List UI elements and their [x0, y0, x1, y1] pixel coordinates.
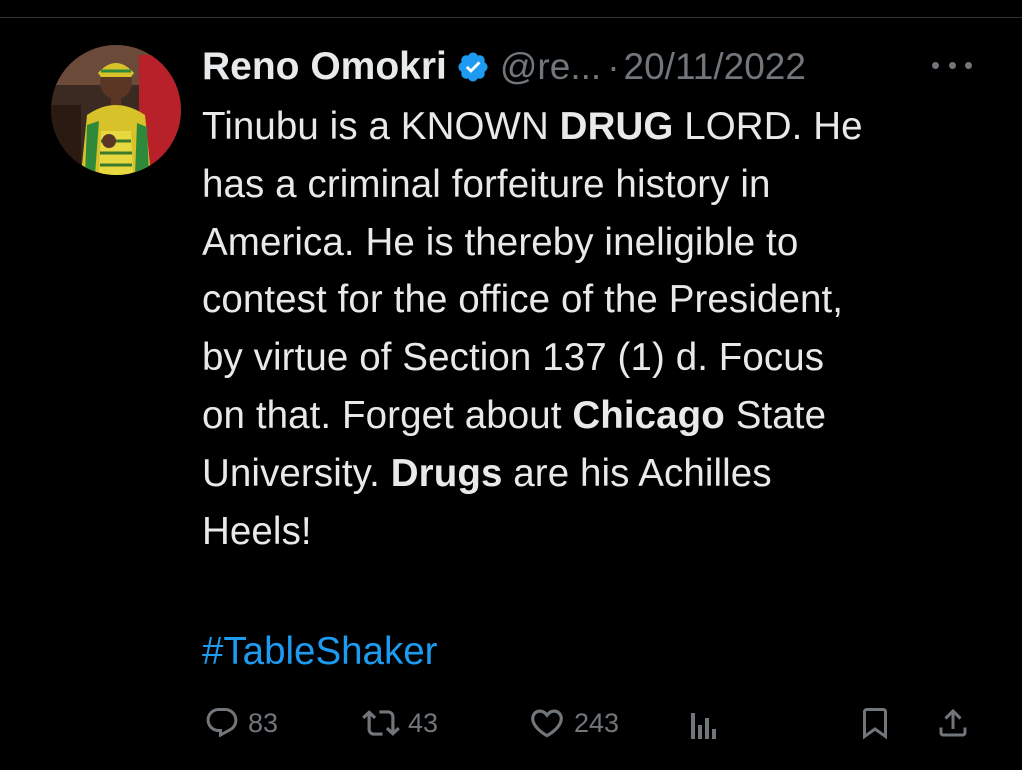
- heart-icon: [528, 704, 566, 742]
- tweet-text-segment: on that. Forget about: [202, 393, 573, 437]
- like-count: 243: [574, 707, 620, 738]
- tweet-text-bold: Chicago: [572, 393, 725, 437]
- tweet-text-segment: contest for the office of the President,: [202, 278, 844, 322]
- tweet-text-segment: State: [724, 393, 827, 437]
- avatar-image: [51, 45, 181, 175]
- tweet-text-segment: are his Achilles: [502, 451, 772, 495]
- tweet-header: Reno Omokri @re... · 20/11/2022: [202, 40, 806, 94]
- tweet-text-segment: by virtue of Section 137 (1) d. Focus: [202, 336, 825, 380]
- tweet-text-segment: has a criminal forfeiture history in: [202, 162, 771, 206]
- tweet-text-segment: America. He is thereby ineligible to: [202, 220, 799, 264]
- tweet-text-segment: University.: [202, 451, 391, 495]
- tweet-text-line: contest for the office of the President,: [202, 271, 1002, 329]
- tweet-text-bold: DRUG: [559, 105, 674, 148]
- tweet-text-line: Tinubu is a KNOWN DRUG LORD. He: [202, 98, 1002, 156]
- reply-icon: [204, 705, 240, 741]
- tweet-text-segment: Tinubu is a KNOWN: [202, 105, 560, 148]
- top-divider: [0, 17, 1022, 18]
- bookmark-button[interactable]: [857, 700, 893, 746]
- views-button[interactable]: [688, 700, 720, 746]
- tweet-text: Tinubu is a KNOWN DRUG LORD. He has a cri…: [202, 98, 1002, 560]
- tweet-text-bold: Drugs: [390, 451, 503, 495]
- more-icon[interactable]: [932, 58, 972, 72]
- share-button[interactable]: [935, 700, 971, 746]
- tweet-text-line: Heels!: [202, 503, 1002, 561]
- bookmark-icon: [857, 705, 893, 741]
- views-icon: [688, 705, 720, 741]
- reply-button[interactable]: 83: [204, 700, 278, 746]
- share-icon: [935, 705, 971, 741]
- verified-badge-icon: [456, 50, 490, 84]
- reply-count: 83: [248, 707, 279, 738]
- retweet-button[interactable]: 43: [362, 700, 438, 746]
- hashtag-link[interactable]: #TableShaker: [202, 623, 437, 680]
- tweet-text-line: has a criminal forfeiture history in: [202, 156, 1002, 214]
- separator-dot: ·: [607, 46, 620, 87]
- like-button[interactable]: 243: [528, 700, 619, 746]
- avatar[interactable]: [51, 45, 181, 175]
- tweet-text-line: University. Drugs are his Achilles: [202, 445, 1002, 503]
- tweet-text-line: on that. Forget about Chicago State: [202, 387, 1002, 445]
- tweet-text-line: America. He is thereby ineligible to: [202, 214, 1002, 272]
- display-name[interactable]: Reno Omokri: [202, 45, 447, 89]
- tweet-text-line: by virtue of Section 137 (1) d. Focus: [202, 329, 1002, 387]
- tweet-timestamp[interactable]: 20/11/2022: [624, 46, 806, 88]
- user-handle[interactable]: @re...: [500, 46, 601, 88]
- tweet-text-segment: Heels!: [202, 509, 312, 553]
- action-bar: 83 43 243: [0, 700, 1022, 746]
- retweet-count: 43: [408, 707, 439, 738]
- retweet-icon: [362, 704, 400, 742]
- tweet-text-segment: LORD. He: [673, 105, 863, 148]
